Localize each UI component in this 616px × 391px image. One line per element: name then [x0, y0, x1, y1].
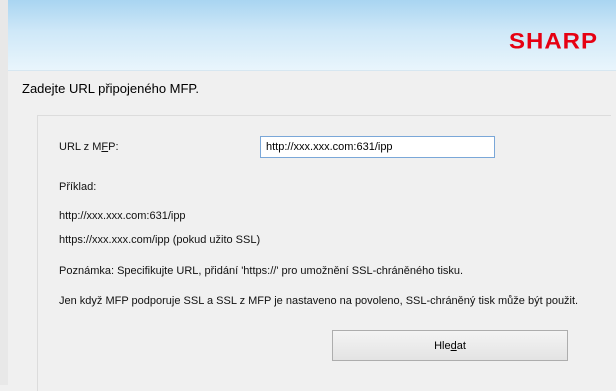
example-url-1: http://xxx.xxx.com:631/ipp	[59, 210, 186, 222]
url-group-box: URL z MFP: Příklad: http://xxx.xxx.com:6…	[37, 115, 611, 391]
url-label: URL z MFP:	[59, 141, 119, 153]
ssl-info-text: Jen když MFP podporuje SSL a SSL z MFP j…	[59, 295, 579, 307]
example-label: Příklad:	[59, 181, 97, 193]
note-text: Poznámka: Specifikujte URL, přidání 'htt…	[59, 265, 464, 277]
search-button-label: Hle	[434, 339, 451, 352]
url-label-suffix: P:	[108, 141, 119, 153]
url-input[interactable]	[260, 136, 495, 158]
example-url-2: https://xxx.xxx.com/ipp (pokud užito SSL…	[59, 234, 261, 246]
search-button-label-suffix: at	[456, 339, 466, 352]
page-title: Zadejte URL připojeného MFP.	[22, 81, 200, 96]
header-banner: SHARP	[8, 0, 616, 71]
sharp-logo: SHARP	[508, 29, 598, 54]
url-label-text: URL z M	[59, 141, 102, 153]
search-button[interactable]: Hledat	[332, 330, 568, 361]
main-content: Zadejte URL připojeného MFP. URL z MFP: …	[8, 71, 616, 391]
